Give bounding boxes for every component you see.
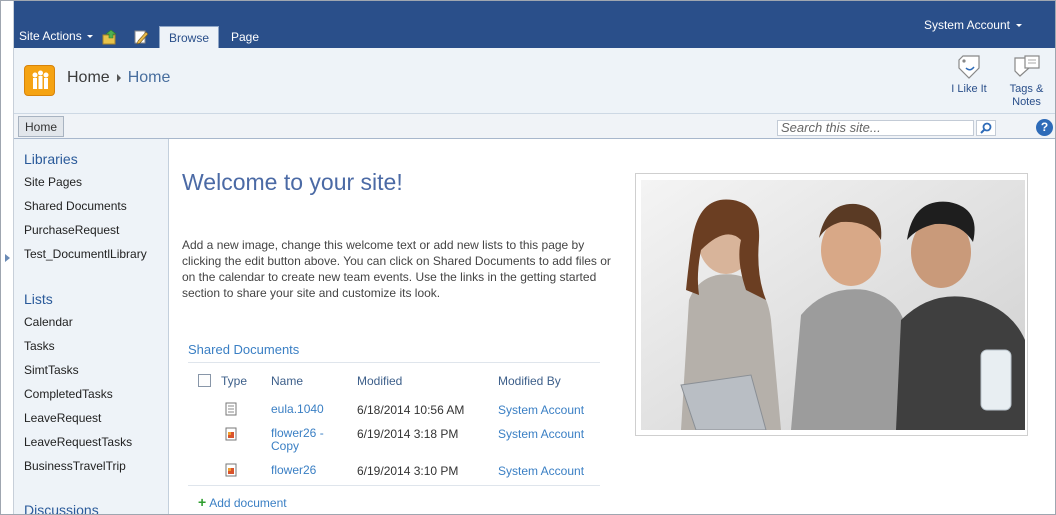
column-header-modified[interactable]: Modified [357,374,402,388]
document-modified-by-link[interactable]: System Account [498,403,584,417]
page-title: Welcome to your site! [182,169,403,195]
add-document-label: Add document [209,496,287,510]
document-modified-by-link[interactable]: System Account [498,464,584,478]
ql-item-tasks[interactable]: Tasks [24,339,55,353]
tab-browse[interactable]: Browse [159,26,219,49]
column-header-modified-by[interactable]: Modified By [498,374,561,388]
breadcrumb-current[interactable]: Home [128,69,171,86]
ql-item-completed-tasks[interactable]: CompletedTasks [24,387,113,401]
site-logo-icon[interactable] [24,65,55,96]
ribbon-bar: Site Actions Browse Page System Account [14,1,1055,49]
welcome-image [641,180,1025,430]
breadcrumb-root[interactable]: Home [67,69,110,86]
shared-documents-title[interactable]: Shared Documents [188,342,299,357]
top-navigation: Home Search this site... ? [14,114,1055,139]
notes-label: Notes [1012,96,1041,108]
i-like-it-button[interactable]: I Like It [948,54,990,96]
document-modified: 6/18/2014 10:56 AM [357,403,465,417]
welcome-text: Add a new image, change this welcome tex… [182,238,611,300]
tab-page[interactable]: Page [229,27,261,47]
welcome-image-frame [635,173,1028,436]
ql-item-purchase-request[interactable]: PurchaseRequest [24,223,119,237]
topnav-home[interactable]: Home [18,116,65,137]
ql-item-simt-tasks[interactable]: SimtTasks [24,363,79,377]
i-like-it-label: I Like It [951,83,987,95]
ql-heading-discussions[interactable]: Discussions [24,502,99,514]
ql-heading-libraries[interactable]: Libraries [24,151,78,167]
chevron-down-icon [86,35,93,39]
document-name-link[interactable]: eula.1040 [271,403,324,416]
chevron-down-icon [1016,24,1022,28]
search-icon [980,122,992,134]
ql-item-shared-documents[interactable]: Shared Documents [24,199,127,213]
tags-label: Tags & [1009,83,1044,95]
user-name: System Account [923,18,1010,32]
plus-icon: + [198,494,207,510]
column-header-name[interactable]: Name [271,374,303,388]
left-edge-strip [1,1,14,514]
tags-notes-button[interactable]: Tags & Notes [1004,54,1049,109]
navigate-up-icon[interactable] [102,29,118,45]
document-modified: 6/19/2014 3:10 PM [357,464,459,478]
image-file-icon [225,463,237,477]
document-name-link[interactable]: flower26 [271,464,316,477]
like-tag-icon [958,55,980,79]
sharepoint-window: Site Actions Browse Page System Account [0,0,1056,515]
breadcrumb-separator-icon [116,73,121,82]
site-actions-menu[interactable]: Site Actions [19,29,93,43]
help-icon[interactable]: ? [1036,119,1053,136]
divider [188,362,600,363]
main-content: Welcome to your site! Add a new image, c… [169,139,1055,514]
select-all-checkbox[interactable] [198,374,211,387]
ql-item-site-pages[interactable]: Site Pages [24,175,82,189]
image-file-icon [225,427,237,441]
add-document-link[interactable]: + Add document [198,494,287,510]
user-menu[interactable]: System Account [924,18,1022,32]
breadcrumb: Home Home [67,69,170,87]
edit-page-icon[interactable] [133,29,149,45]
site-actions-label: Site Actions [19,29,82,43]
tags-notes-icon [1013,55,1040,77]
ql-item-business-travel-trip[interactable]: BusinessTravelTrip [24,459,126,473]
title-area: Home Home I Like It Tags & Notes [14,48,1055,114]
document-modified-by-link[interactable]: System Account [498,427,584,441]
ql-heading-lists[interactable]: Lists [24,291,53,307]
ql-item-leave-request[interactable]: LeaveRequest [24,411,101,425]
ql-item-calendar[interactable]: Calendar [24,315,73,329]
search-button[interactable] [976,120,996,136]
column-header-type[interactable]: Type [221,374,247,388]
document-name-line: Copy [271,439,300,453]
text-file-icon [225,402,237,416]
divider [188,485,600,486]
document-name-link[interactable]: flower26 - Copy [271,427,324,453]
ql-item-leave-request-tasks[interactable]: LeaveRequestTasks [24,435,132,449]
ql-item-test-document-library[interactable]: Test_DocumentlLibrary [24,247,147,261]
search-input[interactable]: Search this site... [777,120,974,136]
expand-arrow-icon[interactable] [5,254,10,262]
quick-launch: Libraries Site Pages Shared Documents Pu… [14,139,169,514]
document-modified: 6/19/2014 3:18 PM [357,427,459,441]
